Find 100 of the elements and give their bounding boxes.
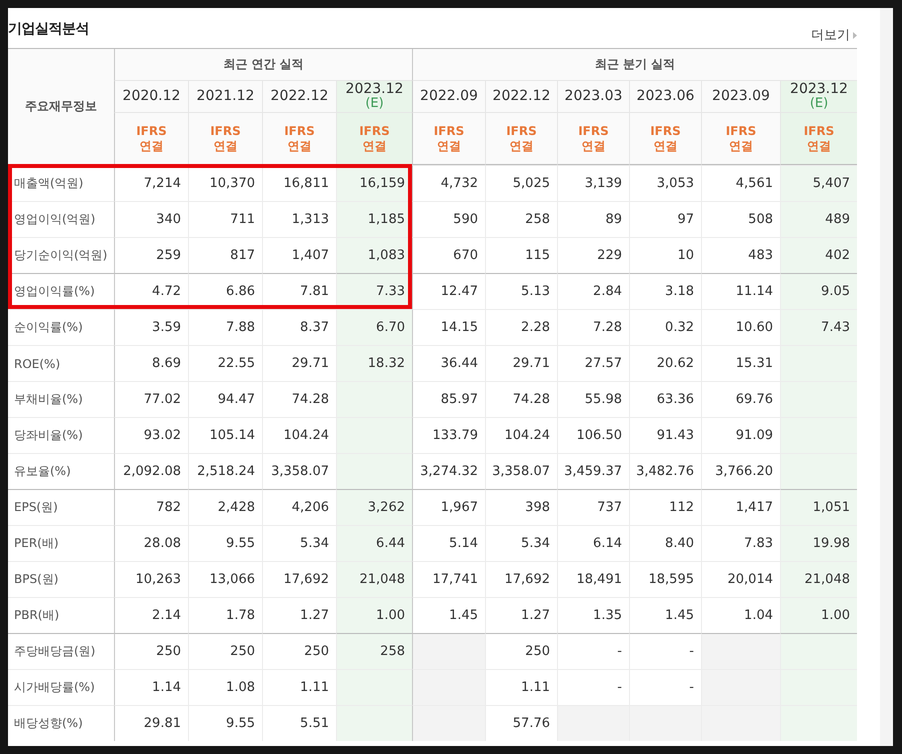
table-cell: 20,014 bbox=[701, 561, 780, 597]
period-label: 2022.09 bbox=[420, 88, 478, 104]
scope-label: 연결 bbox=[214, 138, 238, 154]
table-cell: - bbox=[629, 669, 701, 705]
table-cell: 9.05 bbox=[780, 273, 857, 309]
standard-label: IFRS bbox=[136, 124, 167, 138]
table-cell: 7.28 bbox=[557, 309, 629, 345]
table-cell: 7.43 bbox=[780, 309, 857, 345]
table-cell: 3.18 bbox=[629, 273, 701, 309]
standard-label: IFRS bbox=[578, 124, 609, 138]
table-cell: 14.15 bbox=[412, 309, 485, 345]
table-cell: 6.70 bbox=[336, 309, 412, 345]
standard-label: IFRS bbox=[210, 124, 241, 138]
standard-label: IFRS bbox=[434, 124, 464, 138]
table-cell: 5.13 bbox=[485, 273, 557, 309]
table-cell: 1.00 bbox=[336, 597, 412, 633]
table-cell: 4,206 bbox=[262, 489, 336, 525]
table-cell: 74.28 bbox=[485, 381, 557, 417]
table-cell: 97 bbox=[629, 201, 701, 237]
table-cell: 6.14 bbox=[557, 525, 629, 561]
table-cell: 133.79 bbox=[412, 417, 485, 453]
standard-label: IFRS bbox=[804, 124, 834, 138]
table-cell: 3,262 bbox=[336, 489, 412, 525]
scope-label: 연결 bbox=[654, 138, 678, 154]
table-cell: 3,358.07 bbox=[262, 453, 336, 489]
table-cell: 2,518.24 bbox=[188, 453, 262, 489]
table-cell: 3,482.76 bbox=[629, 453, 701, 489]
table-cell: 5.51 bbox=[262, 705, 336, 741]
table-cell: 91.43 bbox=[629, 417, 701, 453]
table-cell: 10.60 bbox=[701, 309, 780, 345]
table-cell: 4,732 bbox=[412, 165, 485, 201]
table-cell: 258 bbox=[485, 201, 557, 237]
table-cell: 8.40 bbox=[629, 525, 701, 561]
table-cell: 8.37 bbox=[262, 309, 336, 345]
table-cell: 89 bbox=[557, 201, 629, 237]
table-cell: 398 bbox=[485, 489, 557, 525]
table-cell: 20.62 bbox=[629, 345, 701, 381]
table-cell: 1.14 bbox=[114, 669, 188, 705]
estimate-mark: (E) bbox=[365, 97, 384, 112]
table-cell: 36.44 bbox=[412, 345, 485, 381]
standard-label: IFRS bbox=[506, 124, 537, 138]
period-label: 2023.03 bbox=[564, 88, 622, 104]
period-label: 2022.12 bbox=[270, 88, 328, 104]
column-group-header: 최근 연간 실적 bbox=[114, 49, 412, 81]
table-cell: 94.47 bbox=[188, 381, 262, 417]
period-label: 2023.12 bbox=[346, 82, 404, 97]
table-cell: 2.14 bbox=[114, 597, 188, 633]
table-cell: 1,313 bbox=[262, 201, 336, 237]
table-cell: 7.88 bbox=[188, 309, 262, 345]
table-cell: 7.83 bbox=[701, 525, 780, 561]
table-cell: - bbox=[557, 669, 629, 705]
table-cell: 1,417 bbox=[701, 489, 780, 525]
table-cell: 1.27 bbox=[485, 597, 557, 633]
table-cell: 250 bbox=[262, 633, 336, 669]
table-cell: 1.27 bbox=[262, 597, 336, 633]
period-label: 2023.09 bbox=[712, 88, 770, 104]
table-cell: 259 bbox=[114, 237, 188, 273]
table-cell: 1.04 bbox=[701, 597, 780, 633]
table-cell: 22.55 bbox=[188, 345, 262, 381]
table-cell: 340 bbox=[114, 201, 188, 237]
scope-label: 연결 bbox=[510, 138, 534, 154]
more-link[interactable]: 더보기 bbox=[811, 26, 857, 44]
table-cell: 29.71 bbox=[485, 345, 557, 381]
table-cell: 18,491 bbox=[557, 561, 629, 597]
table-cell: 10 bbox=[629, 237, 701, 273]
table-cell: 5.34 bbox=[485, 525, 557, 561]
table-cell: 3,766.20 bbox=[701, 453, 780, 489]
scope-label: 연결 bbox=[729, 138, 753, 154]
table-cell: 8.69 bbox=[114, 345, 188, 381]
table-cell: 1.08 bbox=[188, 669, 262, 705]
table-cell: 77.02 bbox=[114, 381, 188, 417]
table-cell: 9.55 bbox=[188, 525, 262, 561]
column-group-header: 최근 분기 실적 bbox=[412, 49, 857, 81]
triangle-icon bbox=[853, 32, 857, 38]
table-cell: 104.24 bbox=[262, 417, 336, 453]
table-cell: - bbox=[629, 633, 701, 669]
scope-label: 연결 bbox=[437, 138, 461, 154]
table-cell: 2,428 bbox=[188, 489, 262, 525]
table-cell: 28.08 bbox=[114, 525, 188, 561]
table-cell: 29.71 bbox=[262, 345, 336, 381]
table-cell: 5,407 bbox=[780, 165, 857, 201]
table-cell: 55.98 bbox=[557, 381, 629, 417]
standard-label: IFRS bbox=[726, 124, 756, 138]
table-cell: 19.98 bbox=[780, 525, 857, 561]
table-cell: 15.31 bbox=[701, 345, 780, 381]
standard-label: IFRS bbox=[284, 124, 315, 138]
table-cell: 3,459.37 bbox=[557, 453, 629, 489]
table-cell: 1.78 bbox=[188, 597, 262, 633]
table-cell: 69.76 bbox=[701, 381, 780, 417]
table-cell: 104.24 bbox=[485, 417, 557, 453]
table-cell: 1.45 bbox=[629, 597, 701, 633]
table-cell: 91.09 bbox=[701, 417, 780, 453]
table-cell: 85.97 bbox=[412, 381, 485, 417]
standard-label: IFRS bbox=[359, 124, 390, 138]
table-cell: 3,139 bbox=[557, 165, 629, 201]
table-cell: 1.45 bbox=[412, 597, 485, 633]
table-cell: 3,053 bbox=[629, 165, 701, 201]
table-cell: 3.59 bbox=[114, 309, 188, 345]
table-cell: 0.32 bbox=[629, 309, 701, 345]
table-cell: 4,561 bbox=[701, 165, 780, 201]
